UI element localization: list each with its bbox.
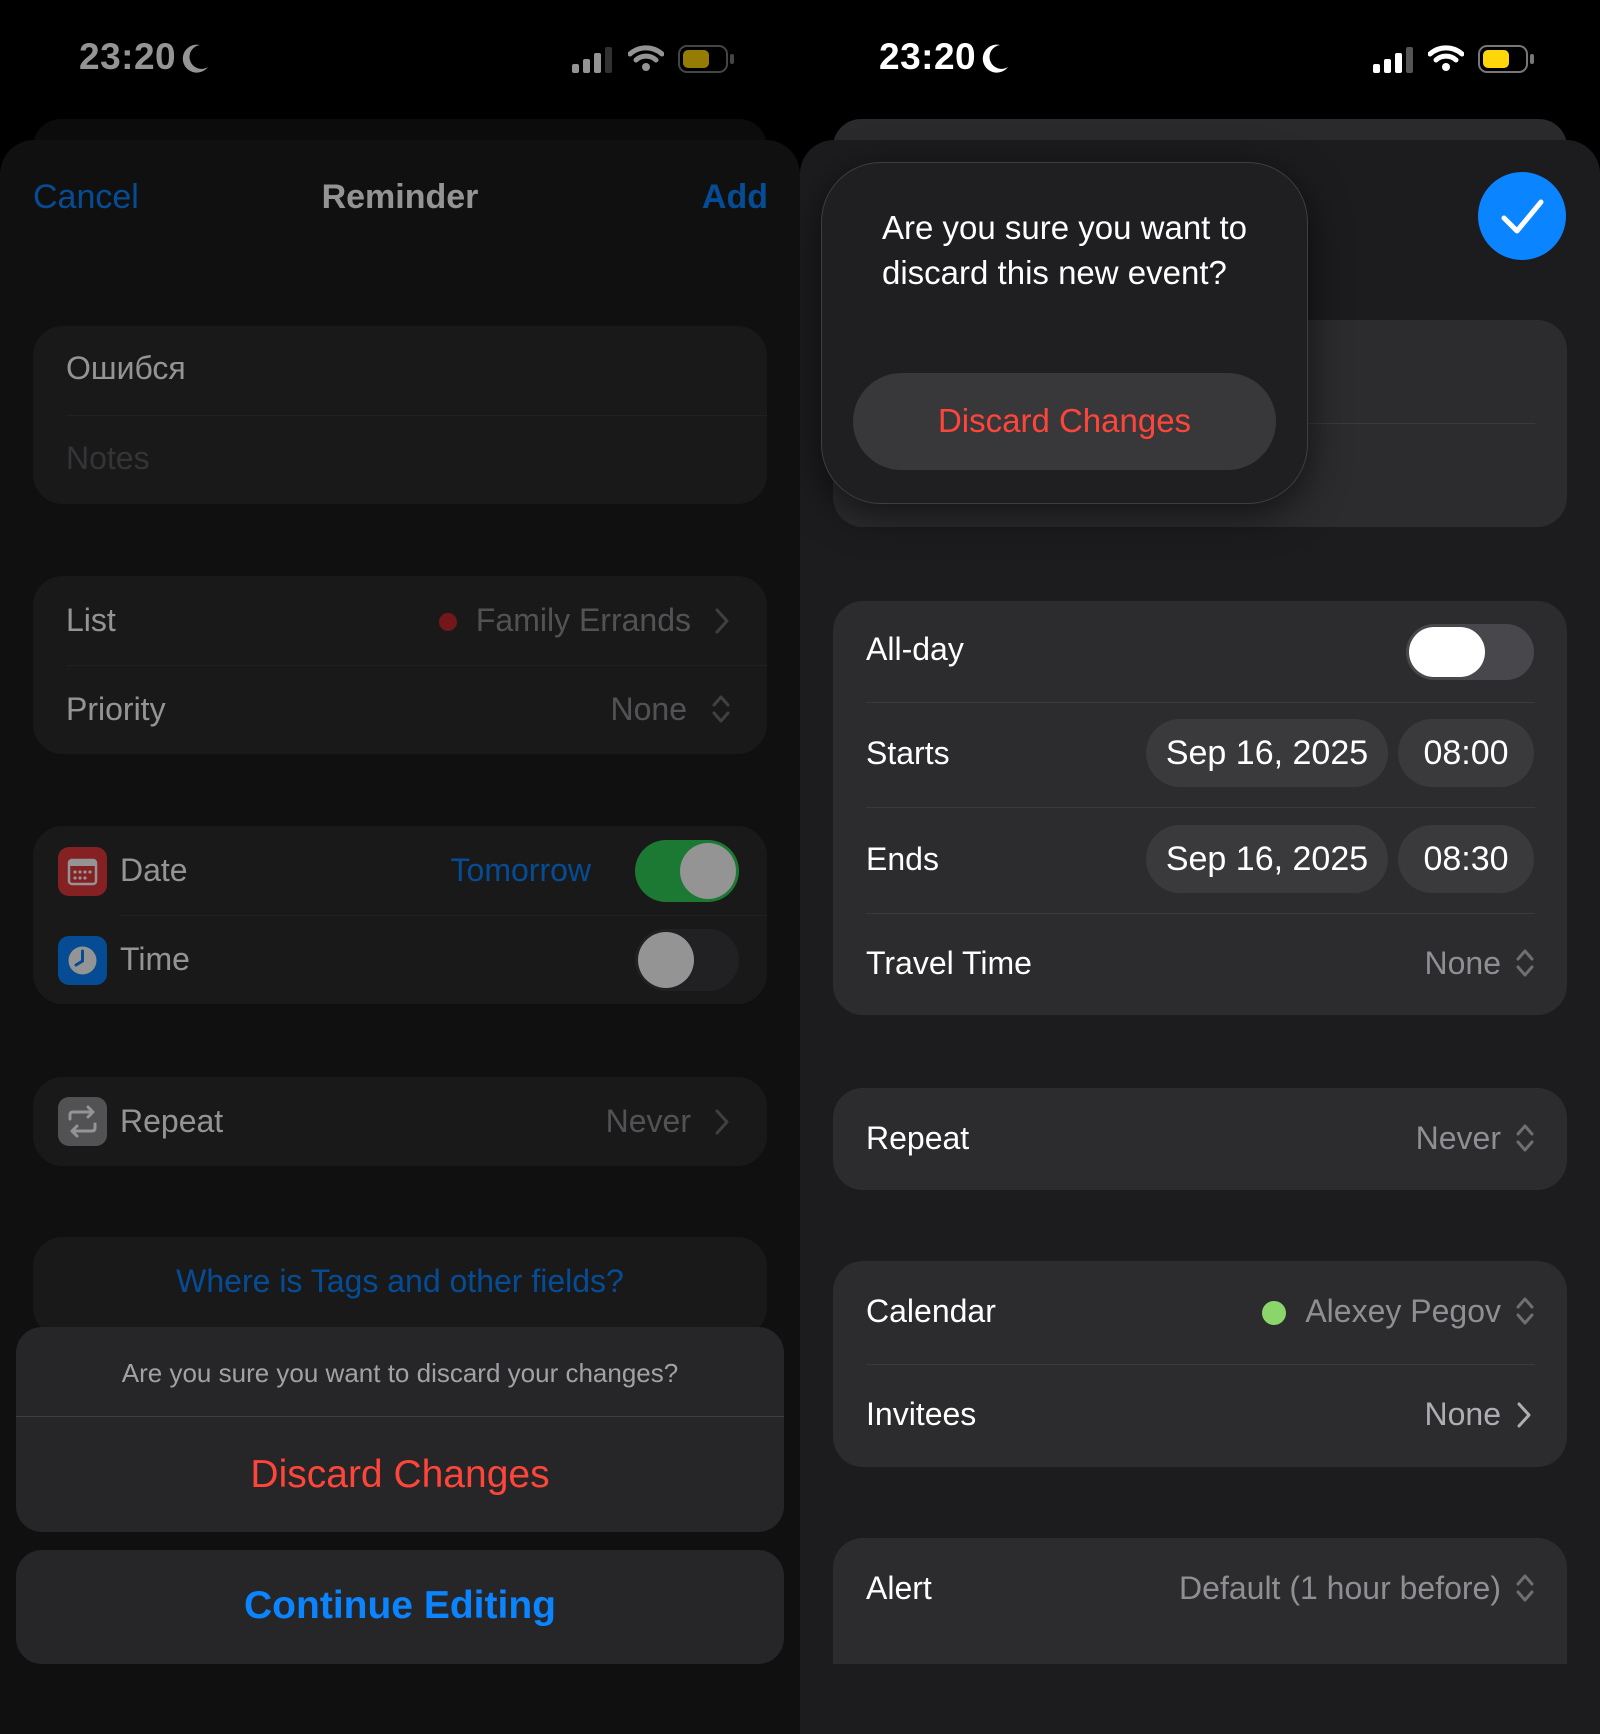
travel-time-value: None bbox=[1424, 945, 1502, 981]
chevron-up-down-icon bbox=[1516, 1574, 1534, 1602]
right-screen: 23:20 All-day Starts Sep 16, 2025 08:00 … bbox=[800, 0, 1600, 1734]
chevron-up-down-icon bbox=[1516, 1297, 1534, 1325]
travel-time-label: Travel Time bbox=[866, 945, 1032, 981]
calendar-label: Calendar bbox=[866, 1293, 996, 1329]
ends-date-pill[interactable]: Sep 16, 2025 bbox=[1146, 825, 1388, 893]
status-time: 23:20 bbox=[879, 36, 977, 77]
calendar-color-dot bbox=[1262, 1301, 1286, 1325]
checkmark-icon bbox=[1501, 199, 1544, 234]
ends-label: Ends bbox=[866, 841, 939, 877]
invitees-value: None bbox=[1424, 1396, 1502, 1432]
alert-label: Alert bbox=[866, 1570, 932, 1606]
continue-editing-label: Continue Editing bbox=[244, 1584, 556, 1627]
popover-discard-button[interactable]: Discard Changes bbox=[853, 373, 1276, 470]
wifi-icon bbox=[1428, 45, 1464, 71]
popover-discard-label: Discard Changes bbox=[937, 402, 1192, 439]
confirm-button[interactable] bbox=[1478, 172, 1566, 260]
starts-date-pill[interactable]: Sep 16, 2025 bbox=[1146, 719, 1388, 787]
starts-label: Starts bbox=[866, 735, 950, 771]
popover-message: Are you sure you want to discard this ne… bbox=[882, 209, 1248, 291]
calendar-value: Alexey Pegov bbox=[1305, 1293, 1501, 1329]
repeat-value: Never bbox=[1415, 1120, 1501, 1156]
ends-time-pill[interactable]: 08:30 bbox=[1398, 825, 1534, 893]
allday-toggle[interactable] bbox=[1406, 624, 1534, 680]
calendar-invitees-group: Calendar Alexey Pegov Invitees None bbox=[833, 1261, 1567, 1467]
repeat-label: Repeat bbox=[866, 1120, 970, 1156]
chevron-up-down-icon bbox=[1516, 949, 1534, 977]
action-sheet-message: Are you sure you want to discard your ch… bbox=[121, 1358, 679, 1388]
chevron-up-down-icon bbox=[1516, 1124, 1534, 1152]
discard-changes-button[interactable]: Discard Changes bbox=[16, 1453, 784, 1497]
chevron-right-icon bbox=[1517, 1402, 1531, 1428]
moon-icon bbox=[982, 44, 1008, 73]
discard-popover: Are you sure you want to discard this ne… bbox=[821, 162, 1308, 504]
divider bbox=[866, 807, 1535, 808]
travel-time-row[interactable]: Travel Time None bbox=[833, 913, 1567, 1015]
action-sheet: Are you sure you want to discard your ch… bbox=[16, 1327, 784, 1532]
calendar-row[interactable]: Calendar Alexey Pegov bbox=[833, 1261, 1567, 1364]
toggle-knob bbox=[1409, 627, 1485, 677]
alert-row[interactable]: Alert Default (1 hour before) bbox=[833, 1538, 1567, 1641]
date-group: All-day Starts Sep 16, 2025 08:00 Ends S… bbox=[833, 601, 1567, 1015]
battery-icon bbox=[1478, 45, 1534, 73]
alert-value: Default (1 hour before) bbox=[1179, 1570, 1501, 1606]
left-screen: 23:20 Cancel Reminder Add Ошибся Notes L… bbox=[0, 0, 800, 1734]
continue-editing-button[interactable]: Continue Editing bbox=[16, 1550, 784, 1664]
invitees-row[interactable]: Invitees None bbox=[833, 1364, 1567, 1467]
divider bbox=[866, 702, 1535, 703]
invitees-label: Invitees bbox=[866, 1396, 977, 1432]
allday-label: All-day bbox=[866, 631, 964, 667]
cellular-signal-icon bbox=[1373, 47, 1413, 73]
starts-time-pill[interactable]: 08:00 bbox=[1398, 719, 1534, 787]
repeat-group[interactable]: Repeat Never bbox=[833, 1088, 1567, 1190]
bottom-fade bbox=[800, 1664, 1600, 1734]
divider bbox=[16, 1416, 784, 1417]
